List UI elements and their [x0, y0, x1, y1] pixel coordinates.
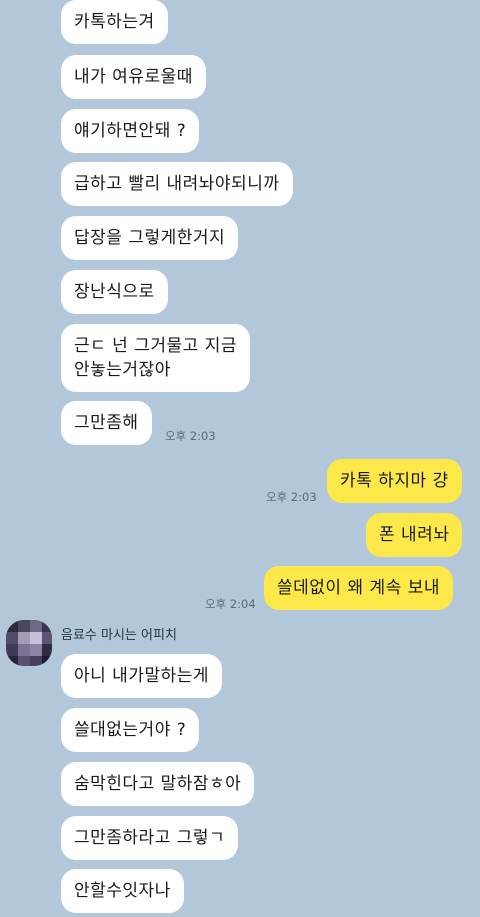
sender-name: 음료수 마시는 어피치	[61, 628, 177, 643]
incoming-message[interactable]: 답장을 그렇게한거지	[61, 216, 239, 260]
incoming-message[interactable]: 급하고 빨리 내려놔야되니까	[61, 162, 293, 206]
incoming-message[interactable]: 쓸대없는거야 ?	[61, 708, 200, 752]
outgoing-message[interactable]: 폰 내려놔	[366, 513, 463, 557]
chat-area[interactable]: 카톡하는겨 내가 여유로울때 얘기하면안돼 ? 급하고 빨리 내려놔야되니까 답…	[0, 0, 480, 917]
outgoing-message[interactable]: 카톡 하지마 걍	[327, 459, 462, 503]
message-timestamp: 오후 2:04	[205, 597, 256, 611]
incoming-message[interactable]: 그만좀하라고 그렇ㄱ	[61, 816, 239, 860]
incoming-message[interactable]: 그만좀해	[61, 401, 152, 445]
incoming-message[interactable]: 아니 내가말하는게	[61, 654, 223, 698]
message-timestamp: 오후 2:03	[165, 429, 216, 443]
incoming-message[interactable]: 숨막힌다고 말하잠ㅎ아	[61, 762, 255, 806]
sender-avatar[interactable]	[6, 620, 52, 666]
outgoing-message[interactable]: 쓸데없이 왜 계속 보내	[264, 566, 453, 610]
message-timestamp: 오후 2:03	[266, 490, 317, 504]
incoming-message[interactable]: 장난식으로	[61, 270, 168, 314]
incoming-message[interactable]: 카톡하는겨	[61, 0, 168, 44]
incoming-message[interactable]: 내가 여유로울때	[61, 55, 206, 99]
incoming-message[interactable]: 근ㄷ 넌 그거물고 지금 안놓는거잖아	[61, 324, 250, 392]
incoming-message[interactable]: 안할수잇자나	[61, 869, 184, 913]
incoming-message[interactable]: 얘기하면안돼 ?	[61, 109, 200, 153]
